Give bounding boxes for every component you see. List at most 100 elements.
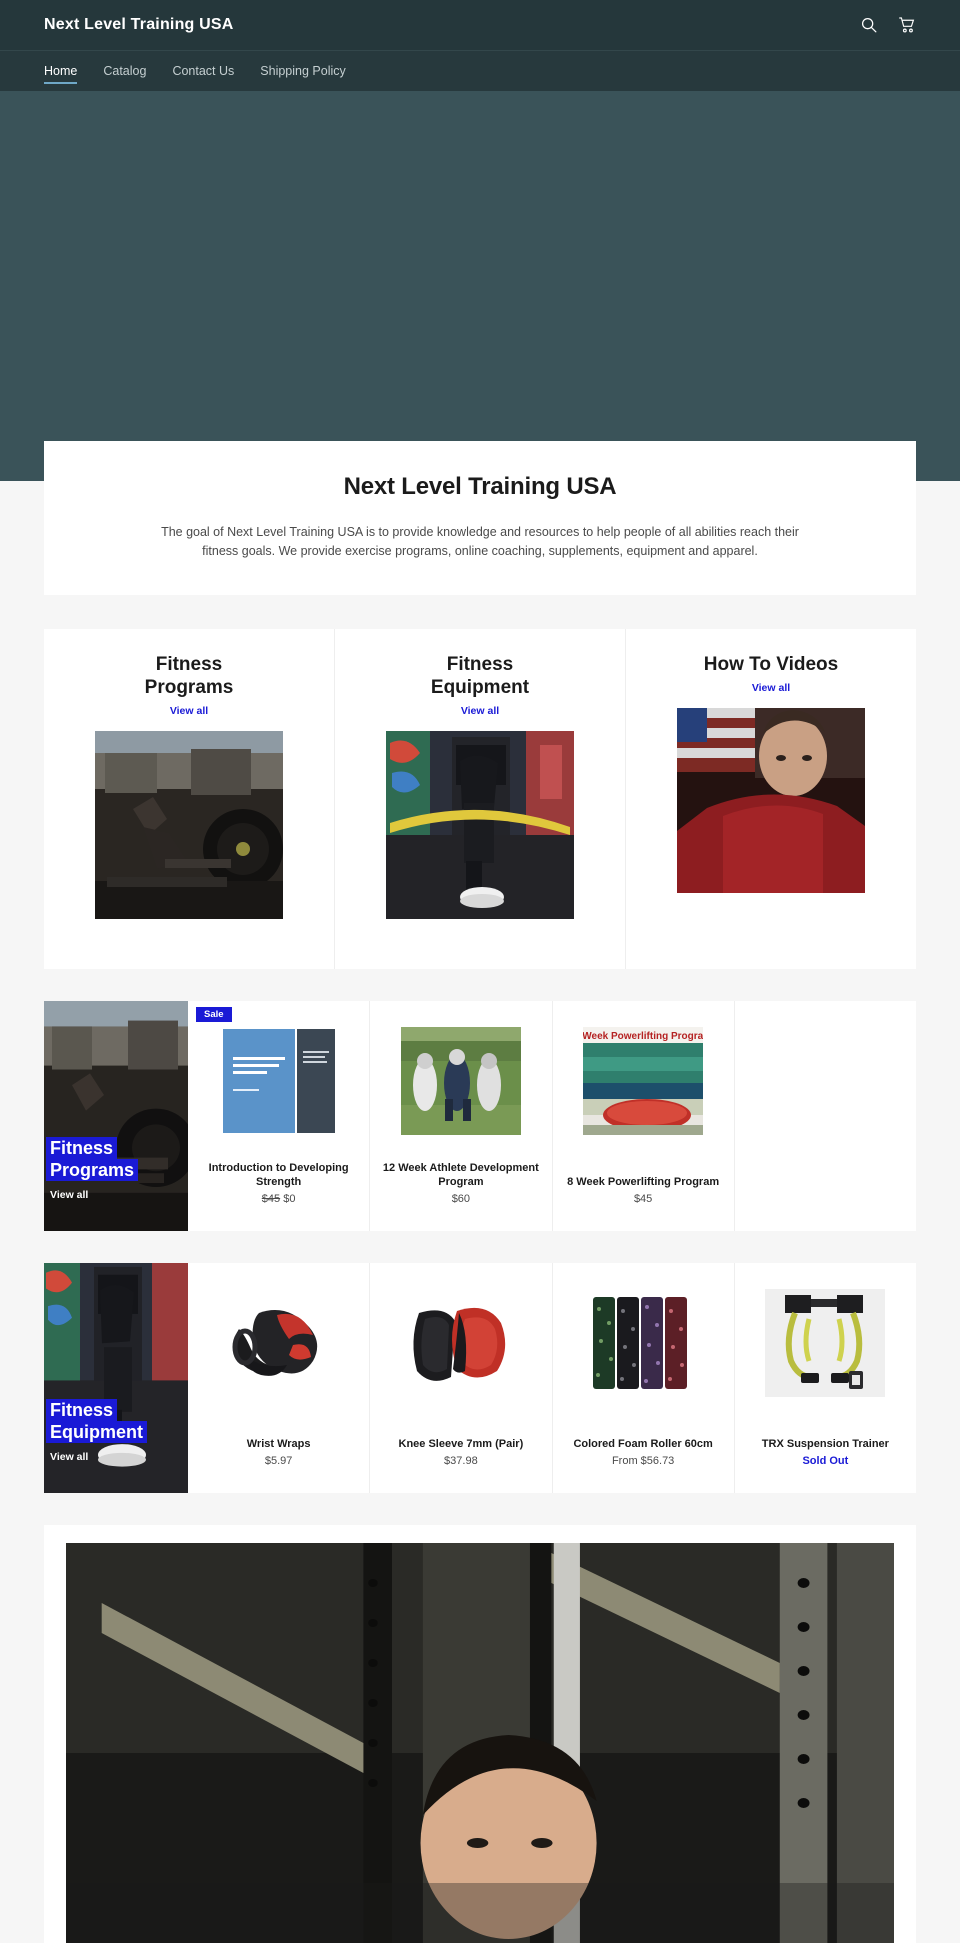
nav-list: Home Catalog Contact Us Shipping Policy: [44, 51, 359, 91]
product-price: From $56.73: [563, 1455, 724, 1467]
fitness-programs-product-grid: Sale Introduction to Developing Strength…: [188, 1001, 916, 1231]
resistance-band-athlete-photo: [386, 731, 574, 920]
collection-column-how-to-videos[interactable]: How To Videos View all: [626, 629, 916, 969]
product-price-now: From $56.73: [611, 1455, 675, 1467]
main-navigation: Home Catalog Contact Us Shipping Policy: [0, 50, 960, 91]
nav-item-contact-us[interactable]: Contact Us: [159, 51, 247, 91]
collection-view-all-link[interactable]: View all: [461, 705, 499, 717]
product-card-colored-foam-roller-60cm[interactable]: Colored Foam Roller 60cm From $56.73: [553, 1263, 735, 1493]
product-price-was: $45: [261, 1193, 281, 1205]
product-image: [765, 1289, 886, 1397]
product-card-12-week-athlete-development-program[interactable]: 12 Week Athlete Development Program $60: [370, 1001, 553, 1231]
product-image: [218, 1027, 339, 1135]
product-price: $5.97: [198, 1455, 359, 1467]
banner-title-line1: Fitness: [46, 1136, 118, 1159]
product-card-introduction-to-developing-strength[interactable]: Sale Introduction to Developing Strength…: [188, 1001, 371, 1231]
fitness-equipment-banner[interactable]: Fitness Equipment View all: [44, 1263, 188, 1493]
ebook-cover-image: [218, 1027, 339, 1135]
search-icon[interactable]: [860, 16, 878, 34]
fitness-programs-banner[interactable]: Fitness Programs View all: [44, 1001, 188, 1231]
svg-text:8 Week Powerlifting Program: 8 Week Powerlifting Program: [583, 1031, 703, 1042]
banner-view-all-link[interactable]: View all: [50, 1451, 188, 1463]
collection-image-fitness-equipment: [386, 731, 574, 920]
foam-rollers-photo: [583, 1289, 704, 1397]
collection-columns: Fitness Programs View all Fitness Equipm…: [44, 629, 916, 969]
sale-badge: Sale: [196, 1007, 232, 1022]
collection-image-fitness-programs: [95, 731, 283, 920]
video-section: [44, 1525, 916, 1943]
page-content: Next Level Training USA The goal of Next…: [0, 441, 960, 1943]
rowing-machine-photo: [95, 731, 283, 920]
product-image: [583, 1289, 704, 1397]
intro-card: Next Level Training USA The goal of Next…: [44, 441, 916, 595]
product-price-now: $60: [451, 1193, 471, 1205]
collection-image-how-to-videos: [677, 708, 865, 894]
fitness-programs-section: Fitness Programs View all Sale Introduct…: [44, 1001, 916, 1231]
wrist-wraps-photo: [218, 1289, 339, 1397]
product-name: Wrist Wraps: [246, 1438, 311, 1451]
product-meta: TRX Suspension Trainer Sold Out: [745, 1437, 906, 1467]
product-meta: 12 Week Athlete Development Program $60: [380, 1161, 541, 1205]
collection-title-line1: How To Videos: [703, 654, 839, 675]
product-price: Sold Out: [745, 1455, 906, 1467]
product-name: 12 Week Athlete Development Program: [382, 1161, 539, 1189]
how-to-video-thumbnail: [677, 708, 865, 894]
collection-view-all-link[interactable]: View all: [170, 705, 208, 717]
collection-view-all-link[interactable]: View all: [752, 682, 790, 694]
fitness-equipment-section: Fitness Equipment View all Wrist Wraps $…: [44, 1263, 916, 1493]
nav-item-home[interactable]: Home: [44, 51, 90, 91]
collection-title: Fitness Equipment: [431, 653, 529, 699]
gym-video-thumbnail: [66, 1543, 894, 1943]
product-price: $45: [563, 1193, 724, 1205]
product-price-now: $37.98: [444, 1455, 478, 1467]
collection-title: How To Videos: [704, 653, 838, 676]
product-card-knee-sleeve-7mm-pair[interactable]: Knee Sleeve 7mm (Pair) $37.98: [370, 1263, 553, 1493]
banner-view-all-link[interactable]: View all: [50, 1189, 188, 1201]
product-name: Colored Foam Roller 60cm: [573, 1438, 713, 1451]
knee-sleeve-photo: [400, 1289, 521, 1397]
product-card-8-week-powerlifting-program[interactable]: 8 Week Powerlifting Program 8 Week Power…: [553, 1001, 735, 1231]
product-image: 8 Week Powerlifting Program: [583, 1027, 704, 1135]
product-card-wrist-wraps[interactable]: Wrist Wraps $5.97: [188, 1263, 371, 1493]
product-meta: 8 Week Powerlifting Program $45: [563, 1175, 724, 1205]
product-price: $60: [380, 1193, 541, 1205]
fitness-equipment-product-grid: Wrist Wraps $5.97 Knee Sleeve 7mm (Pair)…: [188, 1263, 916, 1493]
intro-paragraph: The goal of Next Level Training USA is t…: [161, 525, 799, 558]
football-players-photo: [400, 1027, 521, 1135]
hero-banner: [0, 91, 960, 481]
product-name: Knee Sleeve 7mm (Pair): [398, 1438, 524, 1451]
collection-column-fitness-programs[interactable]: Fitness Programs View all: [44, 629, 335, 969]
header-icons: [860, 16, 916, 34]
video-player[interactable]: [66, 1543, 894, 1943]
product-image: [400, 1027, 521, 1135]
site-title[interactable]: Next Level Training USA: [44, 16, 860, 34]
product-cell-empty: [735, 1001, 916, 1231]
banner-title-line2: Equipment: [46, 1420, 147, 1443]
collection-title: Fitness Programs: [145, 653, 234, 699]
collection-column-fitness-equipment[interactable]: Fitness Equipment View all: [335, 629, 626, 969]
banner-overlay: Fitness Equipment View all: [44, 1398, 188, 1463]
product-name: 8 Week Powerlifting Program: [567, 1176, 720, 1189]
cart-icon[interactable]: [898, 16, 916, 34]
banner-title-line2: Programs: [46, 1158, 139, 1181]
product-name: Introduction to Developing Strength: [208, 1161, 349, 1189]
product-price: $37.98: [380, 1455, 541, 1467]
product-image: [218, 1289, 339, 1397]
banner-title-line1: Fitness: [46, 1398, 118, 1421]
page-title: Next Level Training USA: [343, 473, 617, 500]
product-price: $45 $0: [198, 1193, 359, 1205]
product-card-trx-suspension-trainer[interactable]: TRX Suspension Trainer Sold Out: [735, 1263, 916, 1493]
nav-item-catalog[interactable]: Catalog: [90, 51, 159, 91]
banner-overlay: Fitness Programs View all: [44, 1136, 188, 1201]
site-header: Next Level Training USA: [0, 0, 960, 50]
nav-item-shipping-policy[interactable]: Shipping Policy: [247, 51, 358, 91]
collection-title-line1: Fitness: [155, 654, 223, 675]
product-meta: Introduction to Developing Strength $45 …: [198, 1161, 359, 1205]
collection-title-line1: Fitness: [446, 654, 514, 675]
product-price-now: $45: [633, 1193, 653, 1205]
collection-title-line2: Programs: [144, 677, 234, 699]
product-name: TRX Suspension Trainer: [761, 1438, 889, 1451]
collection-title-line2: Equipment: [430, 677, 530, 699]
product-price-now: $0: [283, 1193, 296, 1205]
product-meta: Colored Foam Roller 60cm From $56.73: [563, 1437, 724, 1467]
